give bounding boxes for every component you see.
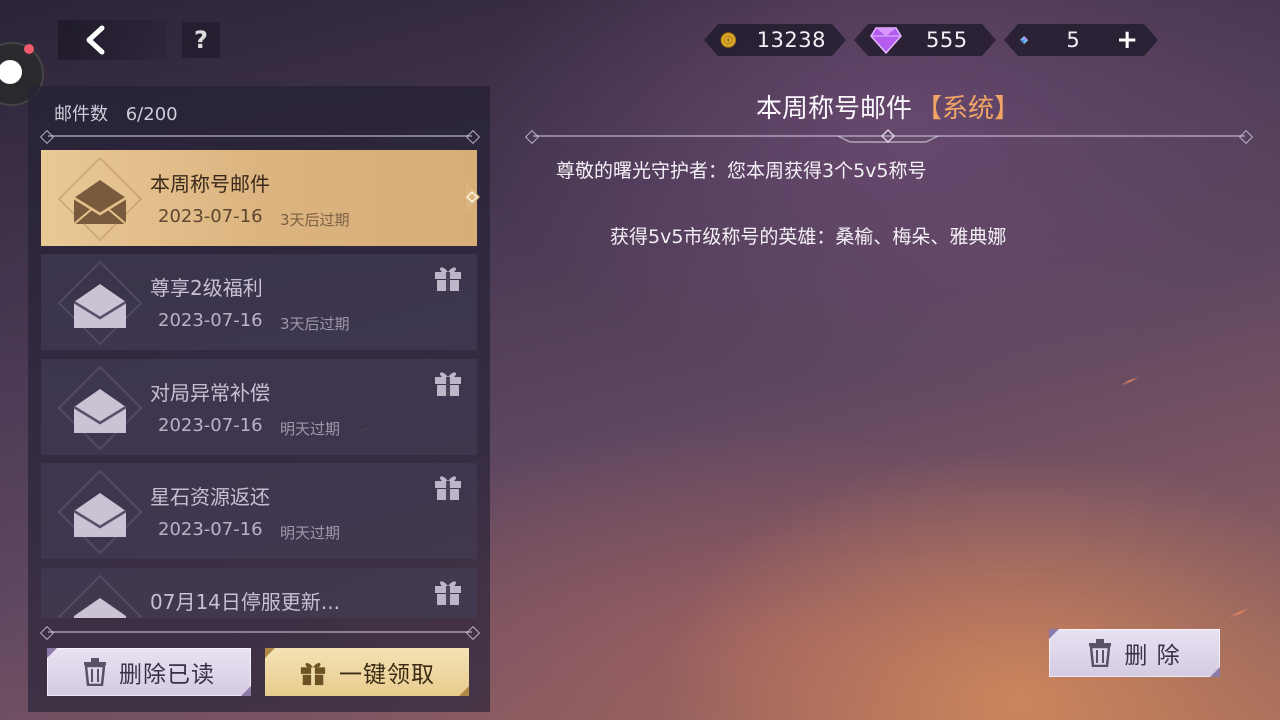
delete-read-button[interactable]: 删除已读	[47, 648, 251, 696]
mail-detail-title: 本周称号邮件 【系统】	[528, 88, 1248, 125]
ember-streak	[1228, 607, 1250, 619]
mail-list-panel: 邮件数 6/200 本周称号邮件 2023-07-16 3天后过期 尊享2级福利…	[28, 86, 490, 712]
detail-tag: 【系统】	[916, 94, 1021, 124]
mail-title: 尊享2级福利	[150, 276, 263, 300]
bubble-core	[0, 60, 22, 84]
mail-expire: 3天后过期	[280, 211, 350, 229]
mail-count-value: 6/200	[125, 104, 178, 125]
gift-icon	[435, 476, 461, 500]
currency-crystal: 5 +	[1004, 22, 1158, 58]
back-button[interactable]	[58, 20, 166, 60]
gift-icon	[435, 372, 461, 396]
mail-expire: 明天过期	[280, 420, 341, 438]
mail-body-line: 尊敬的曙光守护者：您本周获得3个5v5称号	[556, 160, 927, 182]
gift-icon	[435, 581, 461, 605]
mail-date: 2023-07-16	[158, 310, 263, 331]
detail-title-text: 本周称号邮件	[755, 94, 912, 124]
mail-count-label: 邮件数	[54, 104, 108, 125]
mail-list[interactable]: 本周称号邮件 2023-07-16 3天后过期 尊享2级福利 2023-07-1…	[41, 150, 477, 618]
trash-icon	[1089, 639, 1112, 667]
claim-all-button[interactable]: 一键领取	[265, 648, 469, 696]
envelope-icon	[57, 260, 143, 346]
notification-dot	[24, 44, 34, 54]
mail-expire: 3天后过期	[280, 315, 350, 333]
help-label: ?	[194, 26, 208, 54]
mail-count: 邮件数 6/200	[54, 100, 178, 126]
crystal-amount: 5	[1066, 28, 1081, 52]
delete-mail-button[interactable]: 删 除	[1049, 629, 1220, 677]
mail-title: 07月14日停服更新...	[150, 590, 340, 614]
envelope-icon	[57, 365, 143, 451]
mail-date: 2023-07-16	[158, 206, 263, 227]
divider-ornament	[837, 128, 939, 144]
mail-body-line: 获得5v5市级称号的英雄：桑榆、梅朵、雅典娜	[610, 226, 1007, 248]
blue-crystal-icon	[1020, 25, 1028, 55]
gold-amount: 13238	[756, 28, 826, 52]
diamond-amount: 555	[926, 28, 968, 52]
mail-title: 本周称号邮件	[150, 172, 270, 196]
mail-title: 对局异常补偿	[150, 381, 270, 405]
envelope-icon	[57, 574, 143, 618]
mail-item[interactable]: 07月14日停服更新...	[41, 568, 477, 618]
envelope-icon	[57, 469, 143, 555]
mail-expire: 明天过期	[280, 524, 341, 542]
currency-gold: 13238	[704, 22, 846, 58]
mail-item[interactable]: 星石资源返还 2023-07-16 明天过期	[41, 463, 477, 559]
currency-diamond: 555	[854, 22, 996, 58]
mail-date: 2023-07-16	[158, 415, 263, 436]
ember-streak	[1120, 375, 1140, 387]
claim-all-label: 一键领取	[339, 662, 435, 688]
envelope-open-icon	[57, 156, 143, 242]
delete-read-label: 删除已读	[119, 662, 215, 688]
mail-item-selected[interactable]: 本周称号邮件 2023-07-16 3天后过期	[41, 150, 477, 246]
help-button[interactable]: ?	[182, 22, 220, 58]
divider	[48, 631, 472, 633]
gold-coin-icon	[720, 26, 737, 54]
add-crystal-button[interactable]: +	[1116, 25, 1138, 55]
mail-item[interactable]: 尊享2级福利 2023-07-16 3天后过期	[41, 254, 477, 350]
chevron-left-icon	[86, 25, 105, 55]
divider	[48, 135, 472, 137]
selection-pointer-icon	[466, 182, 480, 212]
purple-diamond-icon	[870, 26, 902, 54]
delete-mail-label: 删 除	[1124, 643, 1181, 669]
gift-icon	[435, 267, 461, 291]
mail-date: 2023-07-16	[158, 519, 263, 540]
trash-icon	[84, 658, 106, 686]
mail-item[interactable]: 对局异常补偿 2023-07-16 明天过期	[41, 359, 477, 455]
mail-title: 星石资源返还	[150, 485, 270, 509]
gift-icon	[300, 663, 326, 686]
